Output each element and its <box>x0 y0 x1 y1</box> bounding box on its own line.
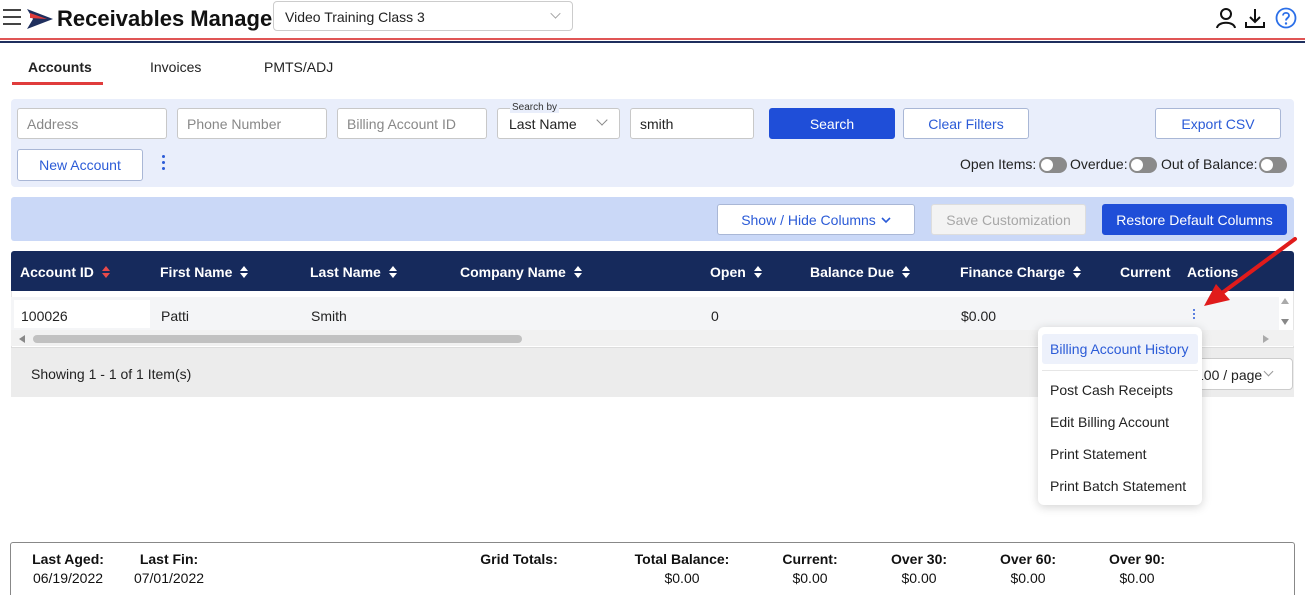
open-items-label: Open Items: <box>960 156 1037 172</box>
export-csv-button[interactable]: Export CSV <box>1155 108 1281 139</box>
column-header-label: Last Name <box>310 264 381 280</box>
menu-divider <box>1042 370 1198 371</box>
search-by-label: Search by <box>510 102 560 113</box>
tab-invoices[interactable]: Invoices <box>150 59 201 75</box>
column-header-label: Current <box>1120 264 1171 280</box>
over-90-label: Over 90: <box>1108 551 1166 567</box>
current-value: $0.00 <box>792 570 828 586</box>
active-tab-indicator <box>12 82 103 85</box>
column-header-finance-charge[interactable]: Finance Charge <box>960 264 1082 280</box>
page-size-value: 100 / page <box>1196 367 1263 383</box>
scroll-right-icon[interactable] <box>1263 335 1269 343</box>
menu-item-edit-billing-account[interactable]: Edit Billing Account <box>1050 414 1169 430</box>
cell-account-id[interactable]: 100026 <box>21 308 68 324</box>
phone-number-input[interactable] <box>177 108 327 139</box>
menu-item-print-batch-statement[interactable]: Print Batch Statement <box>1050 478 1186 494</box>
over-60-label: Over 60: <box>999 551 1057 567</box>
table-row[interactable] <box>11 297 1279 330</box>
billing-account-id-input[interactable] <box>337 108 487 139</box>
last-aged-label: Last Aged: <box>32 551 104 567</box>
sort-icon <box>573 266 582 279</box>
column-header-label: First Name <box>160 264 233 280</box>
search-button[interactable]: Search <box>769 108 895 139</box>
app-title: Receivables Manager <box>57 6 281 31</box>
sort-icon <box>753 266 762 279</box>
column-header-balance-due[interactable]: Balance Due <box>810 264 911 280</box>
out-of-balance-toggle[interactable] <box>1259 157 1287 173</box>
over-30-label: Over 30: <box>890 551 948 567</box>
logo-icon <box>27 9 53 29</box>
search-term-input[interactable] <box>630 108 754 139</box>
class-selector[interactable]: Video Training Class 3 <box>273 1 573 31</box>
overdue-label: Overdue: <box>1070 156 1128 172</box>
cell-last-name: Smith <box>311 308 347 324</box>
chevron-down-icon <box>550 8 561 19</box>
last-aged-value: 06/19/2022 <box>32 570 104 586</box>
current-label: Current: <box>782 551 838 567</box>
help-icon[interactable] <box>1275 7 1297 29</box>
annotation-arrow-icon <box>1204 237 1297 306</box>
scroll-down-icon[interactable] <box>1281 319 1289 325</box>
total-balance-value: $0.00 <box>664 570 700 586</box>
sort-icon <box>101 266 110 279</box>
column-header-label: Account ID <box>20 264 94 280</box>
clear-filters-button[interactable]: Clear Filters <box>903 108 1029 139</box>
column-header-company-name[interactable]: Company Name <box>460 264 582 280</box>
new-account-button[interactable]: New Account <box>17 149 143 181</box>
cell-first-name: Patti <box>161 308 190 324</box>
out-of-balance-label: Out of Balance: <box>1161 156 1258 172</box>
user-icon[interactable] <box>1215 7 1237 29</box>
grid-totals-label: Grid Totals: <box>480 551 558 567</box>
sort-icon <box>1073 266 1082 279</box>
menu-item-billing-account-history[interactable]: Billing Account History <box>1050 341 1189 357</box>
menu-item-post-cash-receipts[interactable]: Post Cash Receipts <box>1050 382 1173 398</box>
menu-icon[interactable] <box>3 9 21 25</box>
column-header-first-name[interactable]: First Name <box>160 264 249 280</box>
sort-icon <box>240 266 249 279</box>
last-fin-label: Last Fin: <box>139 551 199 567</box>
column-header-account-id[interactable]: Account ID <box>20 264 110 280</box>
totals-footer <box>10 542 1295 595</box>
last-fin-value: 07/01/2022 <box>133 570 205 586</box>
open-items-toggle[interactable] <box>1039 157 1067 173</box>
over-30-value: $0.00 <box>901 570 937 586</box>
show-hide-columns-button[interactable]: Show / Hide Columns <box>717 204 915 235</box>
more-options-icon[interactable] <box>160 155 166 173</box>
search-by-value: Last Name <box>509 116 577 132</box>
over-60-value: $0.00 <box>1010 570 1046 586</box>
cell-open: 0 <box>711 308 719 324</box>
header-stripes <box>0 38 1305 43</box>
column-header-label: Company Name <box>460 264 566 280</box>
column-header-current[interactable]: Current <box>1120 264 1171 280</box>
over-90-value: $0.00 <box>1119 570 1155 586</box>
sort-icon <box>902 266 911 279</box>
restore-default-columns-button[interactable]: Restore Default Columns <box>1102 204 1287 235</box>
tab-accounts[interactable]: Accounts <box>28 59 92 75</box>
total-balance-label: Total Balance: <box>634 551 730 567</box>
download-icon[interactable] <box>1244 7 1266 29</box>
scroll-left-icon[interactable] <box>19 335 25 343</box>
tab-pmts-adj[interactable]: PMTS/ADJ <box>264 59 333 75</box>
show-hide-columns-label: Show / Hide Columns <box>741 211 876 228</box>
column-header-label: Open <box>710 264 746 280</box>
pager-status: Showing 1 - 1 of 1 Item(s) <box>31 366 192 382</box>
scrollbar-thumb[interactable] <box>33 335 522 343</box>
column-header-label: Balance Due <box>810 264 895 280</box>
menu-item-print-statement[interactable]: Print Statement <box>1050 446 1147 462</box>
save-customization-button[interactable]: Save Customization <box>931 204 1086 235</box>
class-selector-value: Video Training Class 3 <box>285 9 425 25</box>
chevron-down-icon <box>881 216 891 223</box>
overdue-toggle[interactable] <box>1129 157 1157 173</box>
column-header-open[interactable]: Open <box>710 264 762 280</box>
column-header-label: Finance Charge <box>960 264 1066 280</box>
column-header-last-name[interactable]: Last Name <box>310 264 397 280</box>
sort-icon <box>388 266 397 279</box>
app-header: Receivables Manager Video Training Class… <box>0 0 1305 38</box>
address-input[interactable] <box>17 108 167 139</box>
cell-finance-charge: $0.00 <box>961 308 997 324</box>
